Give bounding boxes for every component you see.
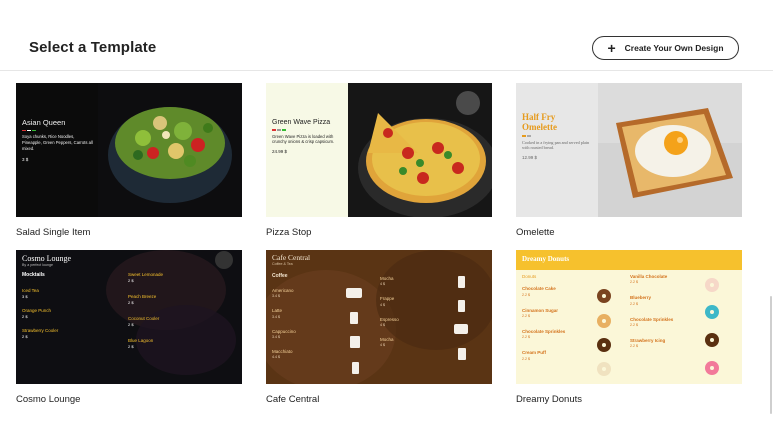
menu-description: Green Wave Pizza is loaded with crunchy … [272,133,335,145]
salad-image [98,83,242,217]
create-own-design-button[interactable]: + Create Your Own Design [592,36,739,60]
template-thumbnail: Half Fry Omelette Cooked in a frying pan… [516,83,742,217]
template-name: Salad Single Item [16,227,91,238]
template-thumbnail: Asian Queen Soya chunks, Rice Noodles, P… [16,83,242,217]
menu-title: Dreamy Donuts [522,255,570,263]
template-card-cafe-central[interactable]: Cafe Central Coffee & Tea Coffee America… [266,250,492,405]
menu-column-left: Americano 3.4 $ Latte 3.4 $ Cappuccino 3.4 … [272,288,332,360]
menu-subtitle: By a perfect lounge [22,263,53,267]
menu-item-price: 2.2 $ [522,292,530,297]
menu-item-price: 2.2 $ [630,322,638,327]
template-card-dreamy-donuts[interactable]: Dreamy Donuts Donuts Chocolate Cake 2.2 $… [516,250,742,405]
plus-icon: + [607,40,616,56]
menu-text-panel: Asian Queen Soya chunks, Rice Noodles, P… [16,83,98,217]
template-card-omelette[interactable]: Half Fry Omelette Cooked in a frying pan… [516,83,742,238]
menu-subtitle: Coffee & Tea [272,261,293,266]
menu-item-price: 2.2 $ [522,335,530,340]
template-name: Cosmo Lounge [16,394,81,405]
menu-header: Cosmo Lounge By a perfect lounge Mocktai… [22,255,71,279]
menu-item-price: 3.4 $ [272,334,280,339]
menu-column-left: Donuts Chocolate Cake 2.2 $ Cinnamon Suga… [522,274,597,362]
page-title: Select a Template [29,39,157,56]
menu-header: Cafe Central Coffee & Tea Coffee [272,254,310,280]
menu-item-price: 3.4 $ [272,294,280,299]
menu-item-price: 2.2 $ [522,356,530,361]
template-name: Cafe Central [266,394,320,405]
divider [522,135,593,137]
menu-item-price: 2 $ [22,334,28,340]
menu-price: 24.99 $ [272,149,288,155]
menu-item-price: 4 $ [380,282,385,287]
template-thumbnail: Cosmo Lounge By a perfect lounge Mocktai… [16,250,242,384]
menu-title: Green Wave Pizza [272,119,331,126]
menu-item-price: 4 $ [380,343,385,348]
menu-item-price: 2 $ [128,322,134,328]
menu-section: Donuts [522,274,537,279]
menu-text-panel: Green Wave Pizza Green Wave Pizza is loa… [266,83,348,217]
menu-item-price: 3 $ [22,294,28,300]
template-thumbnail: Cafe Central Coffee & Tea Coffee America… [266,250,492,384]
template-card-pizza-stop[interactable]: Green Wave Pizza Green Wave Pizza is loa… [266,83,492,238]
menu-item-price: 2.2 $ [522,313,530,318]
menu-section: Coffee [272,272,288,279]
menu-item-price: 4.4 $ [272,355,280,360]
template-thumbnail: Dreamy Donuts Donuts Chocolate Cake 2.2 $… [516,250,742,384]
create-own-design-label: Create Your Own Design [624,43,724,53]
menu-item-price: 2.2 $ [630,344,638,349]
menu-title: Half Fry [522,112,556,122]
template-thumbnail: Green Wave Pizza Green Wave Pizza is loa… [266,83,492,217]
menu-description: Cooked in a frying pan and served plain … [522,139,590,151]
pizza-image [348,83,492,217]
template-name: Pizza Stop [266,227,312,238]
menu-text-panel: Half Fry Omelette Cooked in a frying pan… [516,83,598,217]
menu-column-right: Mocha 4 $ Frappe 4 $ Espresso 4 $ Mocha 4 $ [380,276,440,348]
header: Select a Template + Create Your Own Desi… [0,0,773,71]
scrollbar[interactable] [770,296,772,414]
template-card-cosmo-lounge[interactable]: Cosmo Lounge By a perfect lounge Mocktai… [16,250,242,405]
menu-item-price: 4 $ [380,302,385,307]
menu-column-left: Iced Tea 3 $ Orange Punch 2 $ Strawberry… [22,288,92,340]
menu-item-price: 2 $ [22,314,28,320]
menu-column-right: Vanilla Chocolate 2.2 $ Blueberry 2.2 $ Ch… [630,274,705,349]
template-card-salad-single-item[interactable]: Asian Queen Soya chunks, Rice Noodles, P… [16,83,242,238]
template-name: Omelette [516,227,555,238]
menu-item-price: 2 $ [128,300,134,306]
menu-title-bar: Dreamy Donuts [516,250,742,270]
menu-title: Cafe Central [272,253,311,262]
menu-description: Soya chunks, Rice Noodles, Pineapple, Gr… [22,134,93,151]
menu-column-right: Sweet Lemonade 2 $ Peach Breeze 2 $ Coco… [128,272,188,350]
menu-title: Cosmo Lounge [22,254,72,263]
menu-price: 12.99 $ [522,155,538,161]
menu-item-price: 2.2 $ [630,301,638,306]
divider [272,129,343,131]
menu-price: 3 $ [22,156,29,162]
divider [22,129,93,131]
menu-title: Asian Queen [22,118,66,127]
menu-title: Omelette [522,122,557,132]
menu-item-price: 4 $ [380,322,385,327]
menu-section: Mocktails [22,272,45,279]
menu-item-price: 2.2 $ [630,280,638,285]
menu-item-price: 3.4 $ [272,314,280,319]
template-name: Dreamy Donuts [516,394,582,405]
menu-item-price: 2 $ [128,278,134,284]
omelette-image [598,83,742,217]
menu-item-price: 2 $ [128,343,134,349]
